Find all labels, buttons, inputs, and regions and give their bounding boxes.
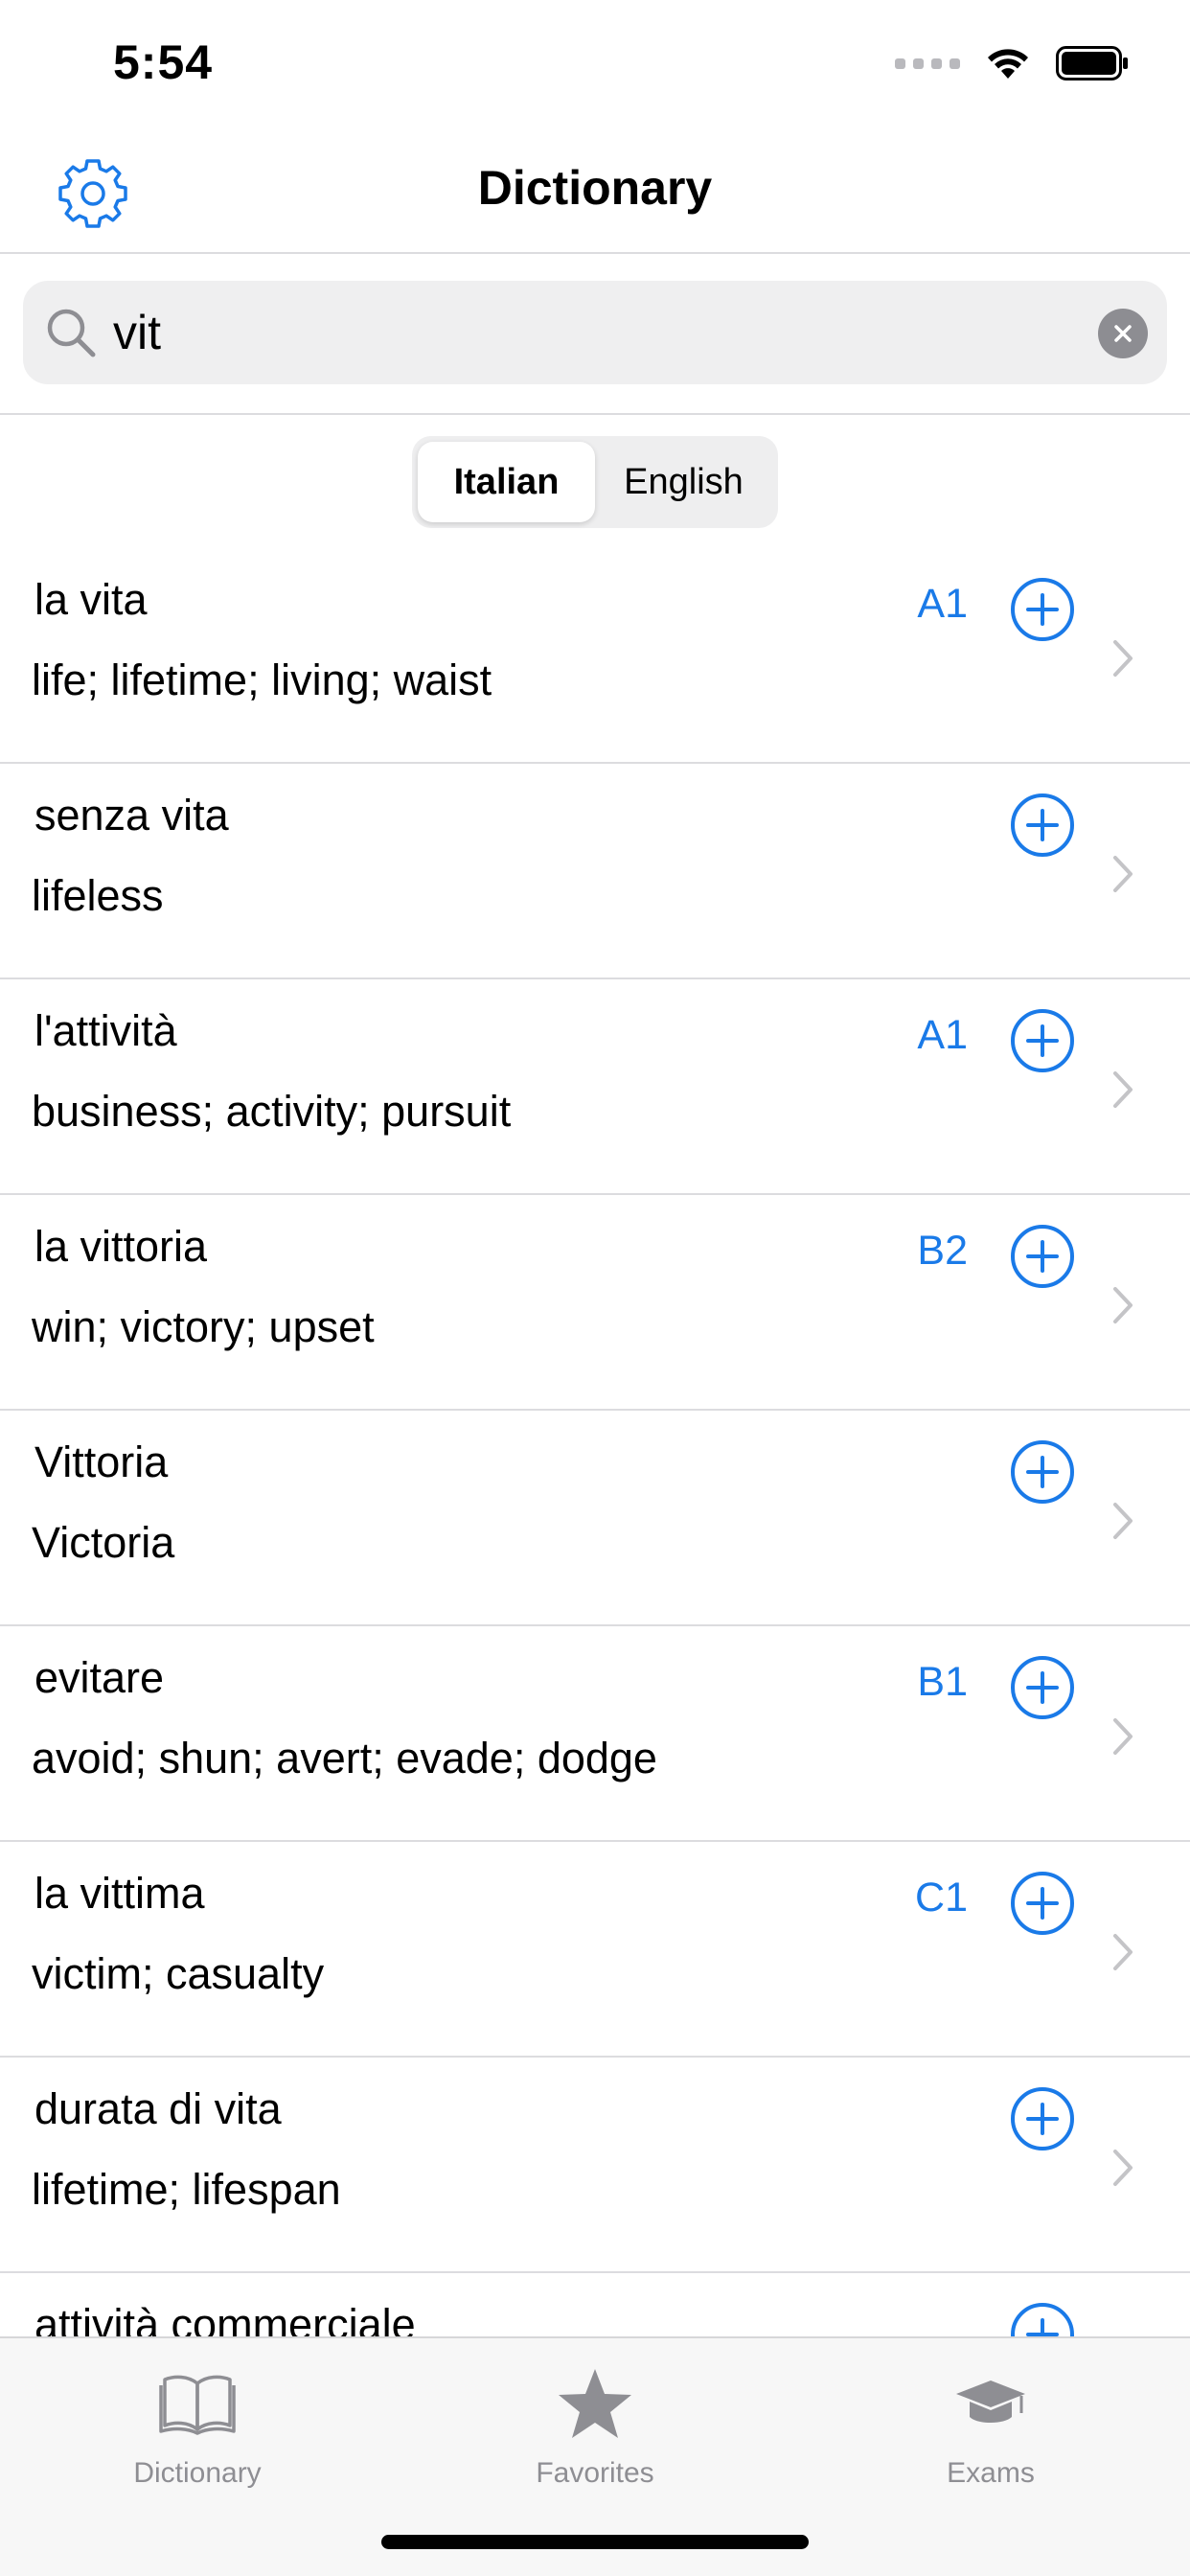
page-title: Dictionary	[477, 161, 713, 215]
search-input[interactable]	[113, 294, 1071, 371]
navigation-bar: Dictionary	[0, 129, 1190, 254]
segment-english[interactable]: English	[595, 442, 772, 522]
graduation-cap-icon	[956, 2380, 1025, 2423]
entry-translation: victim; casualty	[32, 1949, 325, 1998]
segment-italian[interactable]: Italian	[418, 442, 595, 522]
home-indicator	[381, 2535, 809, 2549]
add-plus-icon[interactable]	[1010, 1008, 1075, 1073]
tab-label: Exams	[947, 2457, 1035, 2489]
chevron-right-icon	[1113, 1503, 1133, 1539]
list-item[interactable]: Vittoria Victoria	[0, 1411, 1190, 1626]
entry-term: senza vita	[34, 791, 229, 840]
chevron-right-icon	[1113, 2150, 1133, 2186]
search-field[interactable]	[23, 281, 1167, 384]
entry-term: l'attività	[34, 1006, 177, 1055]
add-plus-icon[interactable]	[1010, 2086, 1075, 2151]
tab-label: Favorites	[536, 2457, 654, 2489]
level-badge: A1	[917, 581, 968, 627]
cellular-dots-icon	[895, 58, 960, 69]
clear-search-button[interactable]	[1098, 309, 1148, 358]
list-item[interactable]: la vittoria win; victory; upset B2	[0, 1195, 1190, 1411]
tab-exams[interactable]: Exams	[876, 2358, 1106, 2501]
chevron-right-icon	[1113, 640, 1133, 677]
entry-translation: win; victory; upset	[32, 1302, 375, 1351]
entry-translation: lifetime; lifespan	[32, 2165, 341, 2214]
add-plus-icon[interactable]	[1010, 1439, 1075, 1505]
list-item[interactable]: l'attività business; activity; pursuit A…	[0, 979, 1190, 1195]
battery-icon	[1056, 46, 1128, 80]
chevron-right-icon	[1113, 1718, 1133, 1755]
screen: 5:54 Dictionary vit Italian English la v…	[0, 0, 1190, 2576]
level-badge: B2	[917, 1228, 968, 1274]
entry-term: evitare	[34, 1653, 165, 1702]
entry-translation: avoid; shun; avert; evade; dodge	[32, 1734, 657, 1782]
entry-term: la vittoria	[34, 1222, 208, 1271]
search-bar	[0, 254, 1190, 415]
chevron-right-icon	[1113, 856, 1133, 892]
entry-term: la vita	[34, 575, 148, 624]
entry-translation: life; lifetime; living; waist	[32, 656, 492, 704]
level-badge: C1	[915, 1874, 968, 1920]
list-item[interactable]: la vita life; lifetime; living; waist A1	[0, 548, 1190, 764]
chevron-right-icon	[1113, 1071, 1133, 1108]
status-icons	[895, 46, 1129, 80]
add-plus-icon[interactable]	[1010, 1655, 1075, 1720]
list-item[interactable]: durata di vita lifetime; lifespan	[0, 2058, 1190, 2273]
entry-term: Vittoria	[34, 1438, 169, 1486]
entry-translation: Victoria	[32, 1518, 175, 1567]
list-item[interactable]: attività commerciale	[0, 2273, 1190, 2336]
chevron-right-icon	[1113, 1934, 1133, 1970]
entry-term: attività commerciale	[34, 2300, 416, 2336]
wifi-icon	[988, 49, 1028, 79]
magnifier-icon	[47, 309, 96, 357]
add-plus-icon[interactable]	[1010, 1871, 1075, 1936]
status-bar: 5:54	[0, 0, 1190, 129]
list-item[interactable]: senza vita lifeless	[0, 764, 1190, 979]
entry-term: la vittima	[34, 1869, 205, 1918]
clear-icon	[1114, 325, 1132, 342]
add-plus-icon[interactable]	[1010, 1224, 1075, 1289]
tab-favorites[interactable]: Favorites	[480, 2358, 710, 2501]
open-book-icon	[159, 2375, 236, 2435]
language-segmented-control: Italian English	[412, 436, 778, 528]
tab-label: Dictionary	[133, 2457, 262, 2489]
entry-term: durata di vita	[34, 2084, 282, 2133]
tab-dictionary[interactable]: Dictionary	[82, 2358, 312, 2501]
add-plus-icon[interactable]	[1010, 2302, 1075, 2336]
add-plus-icon[interactable]	[1010, 577, 1075, 642]
results-list: la vita life; lifetime; living; waist A1…	[0, 548, 1190, 2336]
list-item[interactable]: evitare avoid; shun; avert; evade; dodge…	[0, 1626, 1190, 1842]
status-time: 5:54	[113, 35, 214, 89]
level-badge: A1	[917, 1012, 968, 1058]
list-item[interactable]: la vittima victim; casualty C1	[0, 1842, 1190, 2058]
star-icon	[559, 2369, 631, 2438]
chevron-right-icon	[1113, 1287, 1133, 1323]
level-badge: B1	[917, 1659, 968, 1705]
entry-translation: business; activity; pursuit	[32, 1087, 512, 1136]
entry-translation: lifeless	[32, 871, 164, 920]
add-plus-icon[interactable]	[1010, 793, 1075, 858]
